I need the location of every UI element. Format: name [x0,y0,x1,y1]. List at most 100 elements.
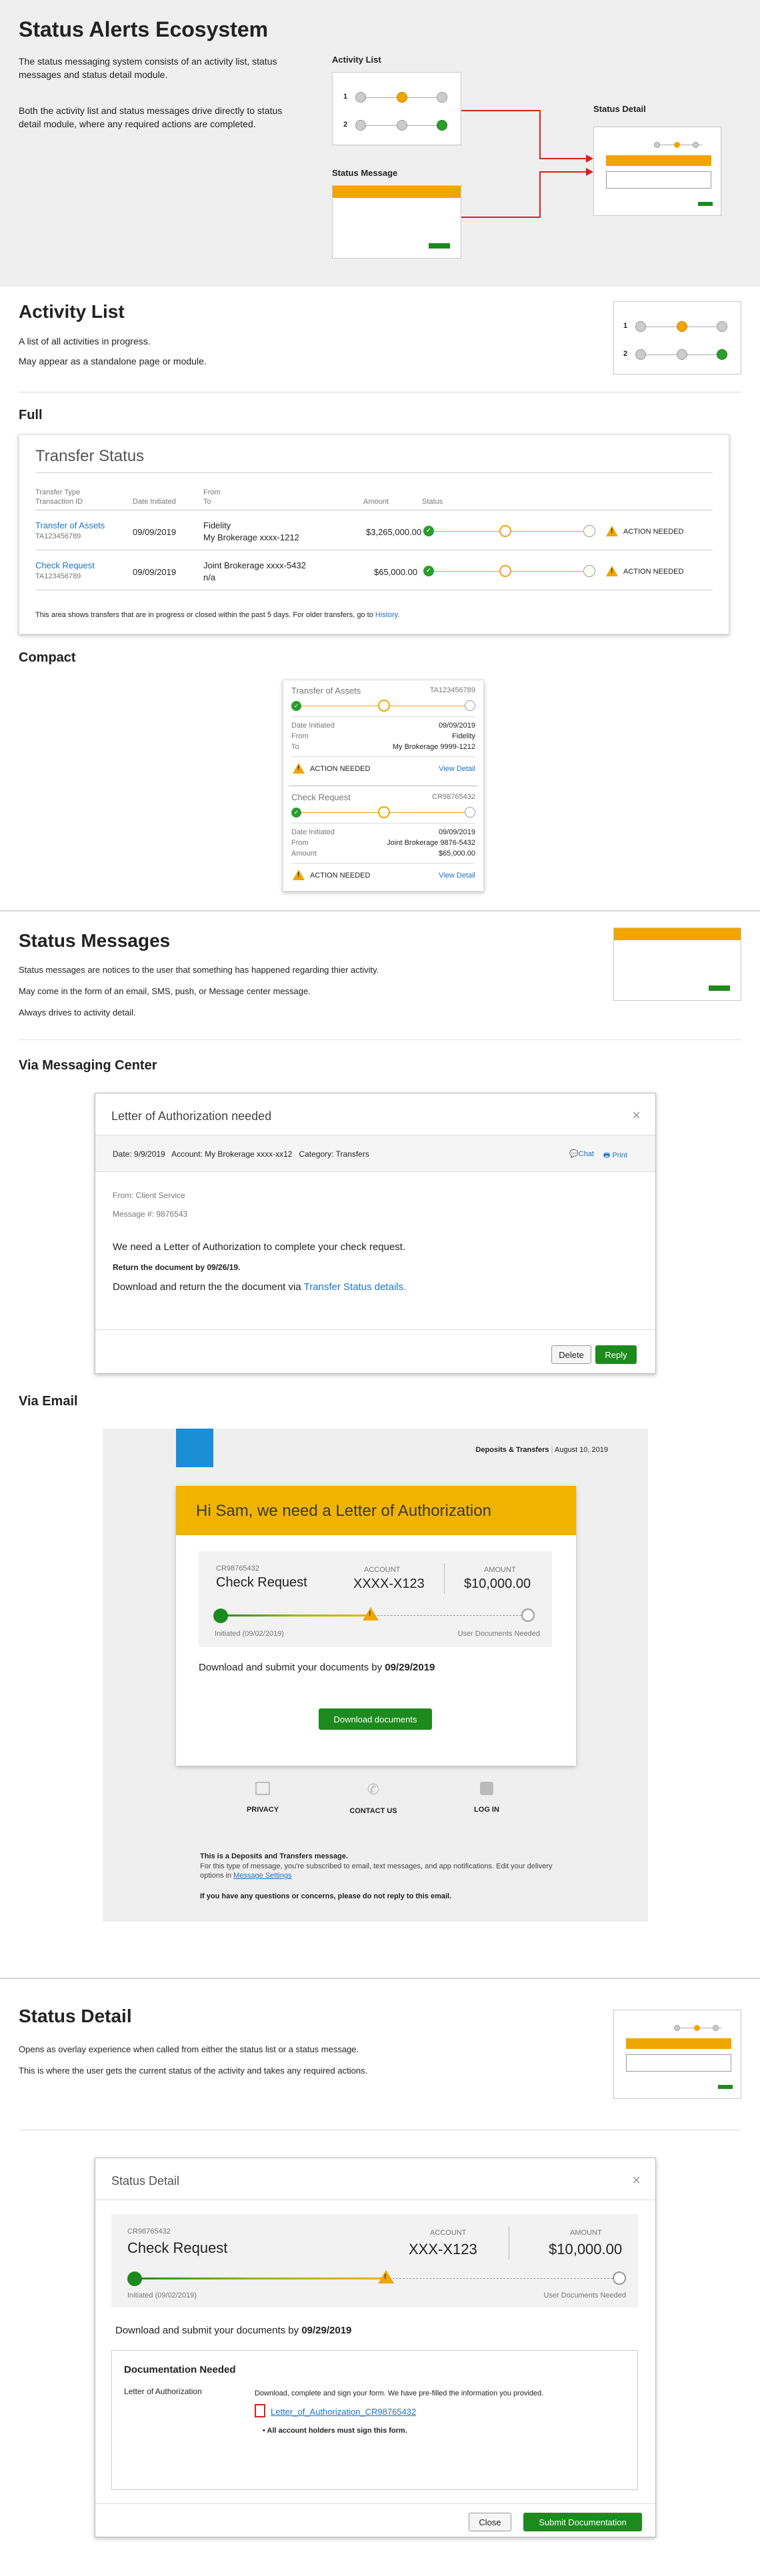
step-complete [127,2271,142,2286]
brand-logo [176,1429,213,1467]
action-needed: ACTION NEEDED [310,872,371,880]
print-label: Print [612,1151,627,1159]
documentation-panel: Documentation Needed Letter of Authoriza… [111,2350,638,2490]
amount-label: AMOUNT [570,2229,602,2237]
compact-module: Transfer of Assets TA123456789 ✓ Date In… [283,680,484,892]
step-dot [437,92,447,103]
card-divider [291,716,475,717]
detail-id: CR98765432 [127,2228,171,2236]
to: n/a [203,572,216,582]
step-dot [378,700,390,712]
history-link[interactable]: History. [375,611,399,619]
contact-link[interactable]: ✆ CONTACT US [340,1782,407,1816]
mini-button [698,202,713,206]
doc-note: • All account holders must sign this for… [263,2427,407,2435]
reply-button[interactable]: Reply [595,1345,637,1364]
step-dot [693,142,699,148]
date-initiated: 09/09/2019 [133,567,177,577]
submit-date: 09/29/2019 [385,1662,435,1673]
delete-button[interactable]: Delete [551,1345,591,1364]
step-dot [717,321,727,332]
submit-documentation-button[interactable]: Submit Documentation [523,2513,642,2531]
card-id: CR98765432 [432,793,475,801]
table-row[interactable]: Transfer of Assets TA123456789 09/09/201… [35,511,713,550]
compact-card[interactable]: Check Request CR98765432 ✓ Date Initiate… [289,787,478,892]
activity-title: Activity List [19,301,125,322]
chat-icon: 💬 [569,1150,579,1158]
transfer-type-link[interactable]: Transfer of Assets [35,520,105,530]
submit-date: 09/29/2019 [301,2325,352,2336]
progress-complete [220,1614,371,1616]
message-settings-link[interactable]: Message Settings [233,1872,291,1880]
mini-button [709,985,730,991]
email-foot-3: If you have any questions or concerns, p… [200,1892,452,1900]
compact-card[interactable]: Transfer of Assets TA123456789 ✓ Date In… [289,680,478,786]
privacy-icon [255,1782,270,1795]
mini-activity-list: 1 2 [613,301,741,374]
modal-title: Letter of Authorization needed [111,1109,272,1123]
compact-label: Compact [19,650,76,665]
from: Joint Brokerage xxxx-5432 [203,560,306,570]
amount-value: $10,000.00 [549,2241,623,2257]
step-dot [355,92,366,103]
message-number: Message #: 9876543 [113,1209,188,1219]
print-button[interactable]: 🖶 Print [603,1149,627,1162]
view-detail-link[interactable]: View Detail [439,872,475,880]
transaction-id: TA123456789 [35,532,81,540]
from-value: Joint Brokerage 9876-5432 [387,839,475,847]
pdf-icon [255,2404,265,2417]
date-label: Date Initiated [291,722,335,730]
mini-banner [606,155,711,166]
card-type: Transfer of Assets [291,686,361,696]
modal-title: Status Detail [111,2174,180,2188]
to: My Brokerage xxxx-1212 [203,532,299,542]
amount-label: AMOUNT [484,1566,516,1574]
amount-value: $10,000.00 [464,1577,531,1591]
amount: $65,000.00 [374,567,418,577]
doc-file-link[interactable]: Letter_of_Authorization_CR98765432 [271,2407,416,2417]
privacy-link[interactable]: PRIVACY [236,1782,289,1814]
transfer-footer: This area shows transfers that are in pr… [35,611,399,619]
doc-instructions: Download, complete and sign your form. W… [255,2389,544,2397]
warning-icon: ! [378,2270,394,2283]
step-complete [213,1609,228,1623]
amount-label: Amount [291,850,317,858]
email-banner-text: Hi Sam, we need a Letter of Authorizatio… [196,1502,491,1520]
card-type: Check Request [291,792,351,802]
login-link[interactable]: LOG IN [460,1782,513,1814]
email-card: Hi Sam, we need a Letter of Authorizatio… [176,1486,576,1766]
close-button[interactable]: Close [469,2513,511,2531]
step-pending [521,1609,535,1622]
message-center-modal: Letter of Authorization needed × Date: 9… [95,1093,656,1374]
section-divider [0,910,760,912]
step-dot [713,2025,719,2031]
transfer-status-link[interactable]: Transfer Status details. [304,1281,407,1293]
transfer-title: Transfer Status [35,447,145,465]
progress-pending [386,2278,613,2279]
transfer-type-link[interactable]: Check Request [35,560,95,570]
table-row[interactable]: Check Request TA123456789 09/09/2019 Joi… [35,551,713,590]
view-detail-link[interactable]: View Detail [439,765,475,773]
warning-icon: ! [293,763,305,774]
card-divider [291,756,475,757]
message-meta: Date: 9/9/2019 Account: My Brokerage xxx… [113,1149,369,1159]
complete-check-icon: ✓ [423,526,434,536]
step-dot [465,700,475,711]
to-value: My Brokerage 9999-1212 [392,743,475,751]
mini-button [718,2085,733,2089]
status-detail-modal: Status Detail × CR98765432 Check Request… [95,2158,656,2537]
full-label: Full [19,408,43,422]
date-value: 09/09/2019 [438,722,475,730]
to-label: To [291,743,299,751]
close-icon[interactable]: × [632,2172,641,2189]
col-to: To [203,498,211,506]
col-type: Transfer Type [35,488,81,496]
close-icon[interactable]: × [632,1107,641,1124]
chat-button[interactable]: 💬Chat [569,1149,594,1158]
row-number: 2 [343,121,348,129]
step-dot [674,142,680,148]
download-documents-button[interactable]: Download documents [319,1708,432,1730]
from-label: From [291,732,309,740]
from-label: From [291,839,309,847]
transaction-id: TA123456789 [35,572,81,580]
